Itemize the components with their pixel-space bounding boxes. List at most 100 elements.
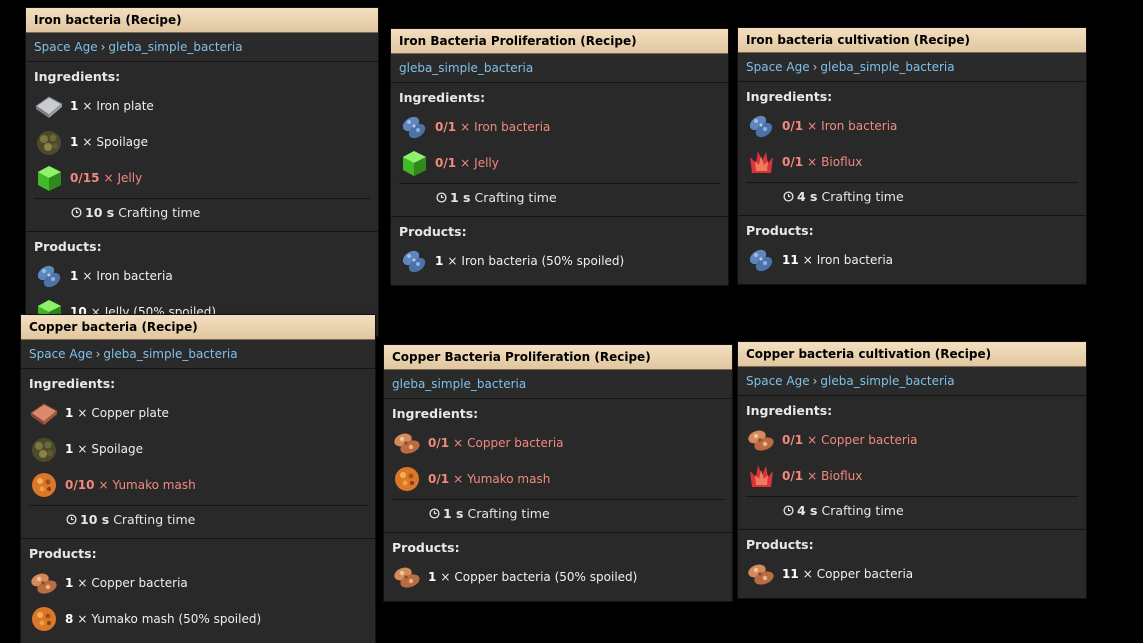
times-sign: × <box>77 406 88 420</box>
iron-bacteria-icon <box>746 111 776 141</box>
item-row-spoilage: 1 × Spoilage <box>29 431 367 467</box>
ingredients-heading: Ingredients: <box>746 403 833 418</box>
item-name: Iron bacteria <box>474 120 551 134</box>
breadcrumb-origin[interactable]: Space Age <box>34 40 98 54</box>
item-row-copper-bacteria: 0/1 × Copper bacteria <box>746 422 1078 458</box>
item-quantity: 0/1 <box>435 156 457 170</box>
item-quantity: 11 <box>782 253 799 267</box>
item-quantity: 0/15 <box>70 171 100 185</box>
item-name: Jelly <box>117 171 143 185</box>
breadcrumb-group[interactable]: gleba_simple_bacteria <box>108 40 242 54</box>
item-quantity: 0/1 <box>782 119 804 133</box>
item-name: Iron plate <box>96 99 154 113</box>
products-section: Products: 1 × Copper bacteria (50% spoiled) <box>384 533 732 601</box>
recipe-title: Copper Bacteria Proliferation (Recipe) <box>384 345 732 370</box>
item-row-yumako-mash: 8 × Yumako mash (50% spoiled) <box>29 601 367 637</box>
item-row-spoilage: 1 × Spoilage <box>34 124 370 160</box>
times-sign: × <box>103 171 114 185</box>
item-quantity: 1 <box>70 99 79 113</box>
times-sign: × <box>77 576 88 590</box>
item-name: Copper bacteria <box>816 567 914 581</box>
products-heading: Products: <box>392 540 460 555</box>
times-sign: × <box>440 570 451 584</box>
item-row-iron-bacteria: 0/1 × Iron bacteria <box>746 108 1078 144</box>
crafting-time-label: Crafting time <box>821 502 904 518</box>
ingredients-section: Ingredients: 1 × Copper plate 1 × Spoilage 0/10… <box>21 369 375 539</box>
item-name: Iron bacteria (50% spoiled) <box>461 254 625 268</box>
products-section: Products: 11 × Iron bacteria <box>738 216 1086 284</box>
item-row-yumako-mash: 0/10 × Yumako mash <box>29 467 367 503</box>
item-row-jelly: 0/1 × Jelly <box>399 145 720 181</box>
yumako-mash-icon <box>29 470 59 500</box>
item-quantity: 0/1 <box>782 155 804 169</box>
item-quantity: 1 <box>70 269 79 283</box>
item-row-bioflux: 0/1 × Bioflux <box>746 144 1078 180</box>
times-sign: × <box>98 478 109 492</box>
crafting-time-label: Crafting time <box>474 189 557 205</box>
item-quantity: 1 <box>70 135 79 149</box>
breadcrumb: Space Age › gleba_simple_bacteria <box>738 53 1086 82</box>
item-name: Spoilage <box>91 442 144 456</box>
item-name: Copper bacteria <box>467 436 564 450</box>
item-name: Copper plate <box>91 406 169 420</box>
yumako-mash-icon <box>29 604 59 634</box>
bioflux-icon <box>746 461 776 491</box>
clock-icon <box>783 504 794 516</box>
item-row-copper-bacteria: 0/1 × Copper bacteria <box>392 425 724 461</box>
item-quantity: 0/10 <box>65 478 95 492</box>
item-quantity: 1 <box>65 576 74 590</box>
times-sign: × <box>802 567 813 581</box>
breadcrumb-group[interactable]: gleba_simple_bacteria <box>103 347 237 361</box>
crafting-time-value: 1 s <box>443 505 464 521</box>
breadcrumb-group[interactable]: gleba_simple_bacteria <box>820 374 954 388</box>
breadcrumb: gleba_simple_bacteria <box>391 54 728 83</box>
bioflux-icon <box>746 147 776 177</box>
breadcrumb-separator: › <box>95 347 101 361</box>
item-quantity: 1 <box>435 254 444 268</box>
breadcrumb-origin[interactable]: Space Age <box>746 374 810 388</box>
item-quantity: 8 <box>65 612 74 626</box>
crafting-time-value: 4 s <box>797 502 818 518</box>
times-sign: × <box>82 99 93 113</box>
breadcrumb-group[interactable]: gleba_simple_bacteria <box>820 60 954 74</box>
crafting-time-label: Crafting time <box>467 505 550 521</box>
copper-plate-icon <box>29 398 59 428</box>
item-name: Spoilage <box>96 135 149 149</box>
times-sign: × <box>807 155 818 169</box>
copper-bacteria-icon <box>392 428 422 458</box>
recipe-title: Copper bacteria (Recipe) <box>21 315 375 340</box>
iron-bacteria-icon <box>399 246 429 276</box>
products-section: Products: 1 × Iron bacteria (50% spoiled) <box>391 217 728 285</box>
item-row-bioflux: 0/1 × Bioflux <box>746 458 1078 494</box>
tooltip-copper-bacteria-recipe: Copper bacteria (Recipe) Space Age › gleba_… <box>21 315 375 643</box>
clock-icon <box>71 206 82 218</box>
breadcrumb-origin[interactable]: Space Age <box>746 60 810 74</box>
item-quantity: 1 <box>65 406 74 420</box>
item-name: Jelly <box>474 156 499 170</box>
item-name: Yumako mash <box>112 478 196 492</box>
jelly-icon <box>34 163 64 193</box>
copper-bacteria-icon <box>29 568 59 598</box>
item-row-copper-plate: 1 × Copper plate <box>29 395 367 431</box>
times-sign: × <box>82 135 93 149</box>
ingredients-section: Ingredients: 0/1 × Iron bacteria 0/1 × Jelly 1 … <box>391 83 728 217</box>
item-name: Bioflux <box>821 469 863 483</box>
crafting-time-value: 1 s <box>450 189 471 205</box>
item-name: Copper bacteria (50% spoiled) <box>454 570 638 584</box>
crafting-time-label: Crafting time <box>821 188 904 204</box>
copper-bacteria-icon <box>392 562 422 592</box>
times-sign: × <box>447 254 458 268</box>
times-sign: × <box>807 469 818 483</box>
breadcrumb-group[interactable]: gleba_simple_bacteria <box>399 61 533 75</box>
ingredients-section: Ingredients: 1 × Iron plate 1 × Spoilage 0/15 × J… <box>26 62 378 232</box>
item-quantity: 0/1 <box>435 120 457 134</box>
breadcrumb-separator: › <box>812 60 818 74</box>
item-quantity: 0/1 <box>782 469 804 483</box>
times-sign: × <box>802 253 813 267</box>
ingredients-heading: Ingredients: <box>392 406 479 421</box>
breadcrumb-group[interactable]: gleba_simple_bacteria <box>392 377 526 391</box>
crafting-time: 1 s Crafting time <box>392 499 724 526</box>
products-section: Products: 11 × Copper bacteria <box>738 530 1086 598</box>
breadcrumb-origin[interactable]: Space Age <box>29 347 93 361</box>
item-name: Yumako mash <box>467 472 551 486</box>
